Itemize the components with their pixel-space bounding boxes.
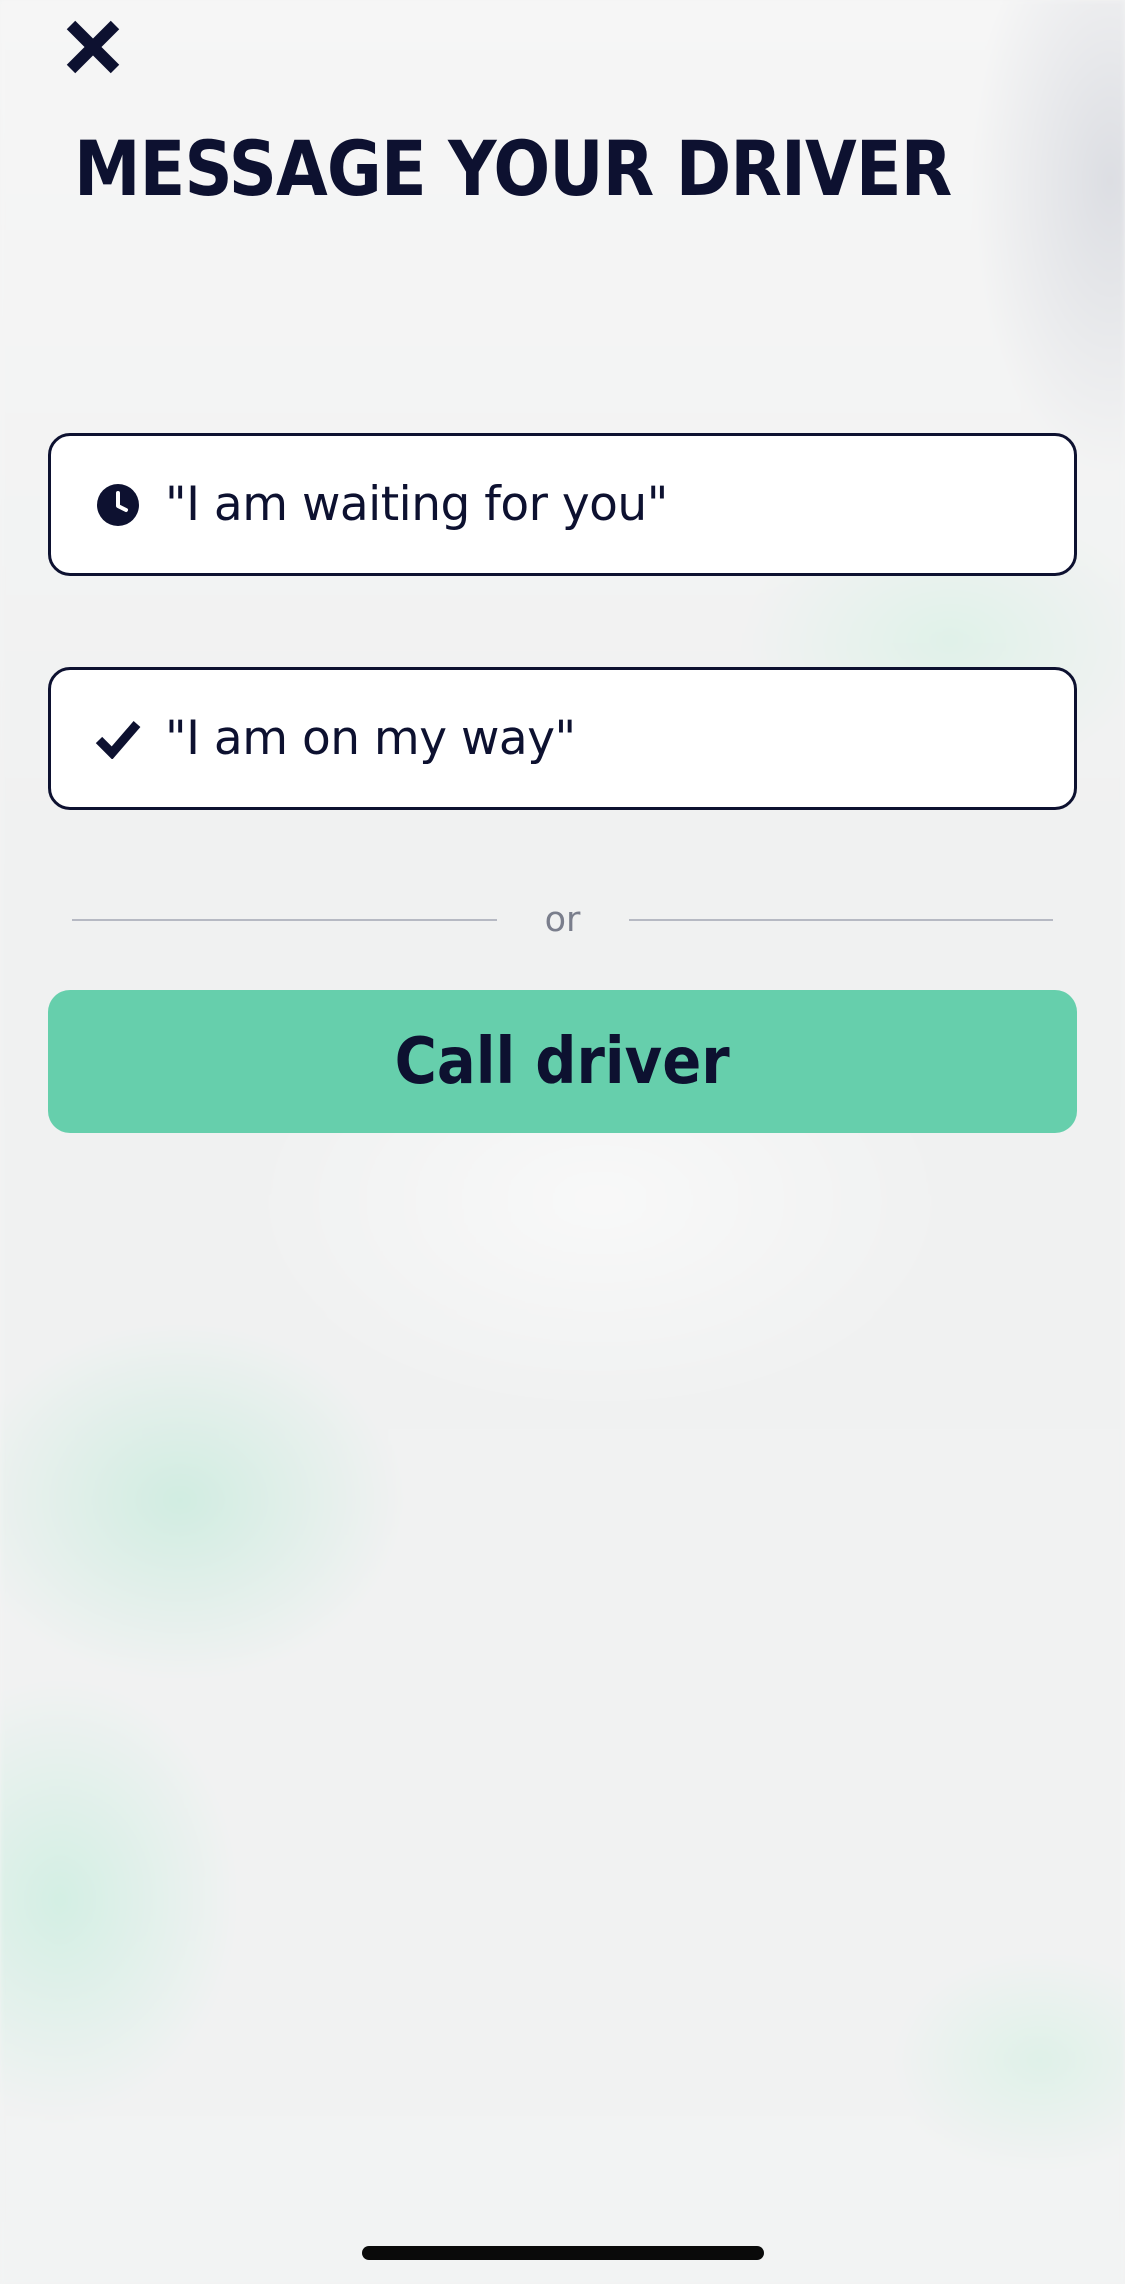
close-button[interactable]: [60, 14, 126, 80]
or-divider: or: [72, 900, 1053, 940]
checkmark-icon: [95, 716, 141, 762]
blurred-map-background: [0, 0, 1125, 2284]
home-indicator[interactable]: [362, 2246, 764, 2260]
divider-text: or: [544, 900, 581, 940]
page-title: MESSAGE YOUR DRIVER: [74, 124, 952, 213]
divider-line-right: [628, 919, 1053, 921]
close-icon: [66, 20, 120, 74]
message-option-waiting[interactable]: "I am waiting for you": [48, 433, 1077, 576]
call-driver-label: Call driver: [394, 1024, 731, 1099]
call-driver-button[interactable]: Call driver: [48, 990, 1077, 1133]
message-option-label: "I am on my way": [165, 711, 576, 766]
message-option-on-my-way[interactable]: "I am on my way": [48, 667, 1077, 810]
message-option-label: "I am waiting for you": [165, 477, 668, 532]
divider-line-left: [72, 919, 497, 921]
clock-icon: [95, 482, 141, 528]
